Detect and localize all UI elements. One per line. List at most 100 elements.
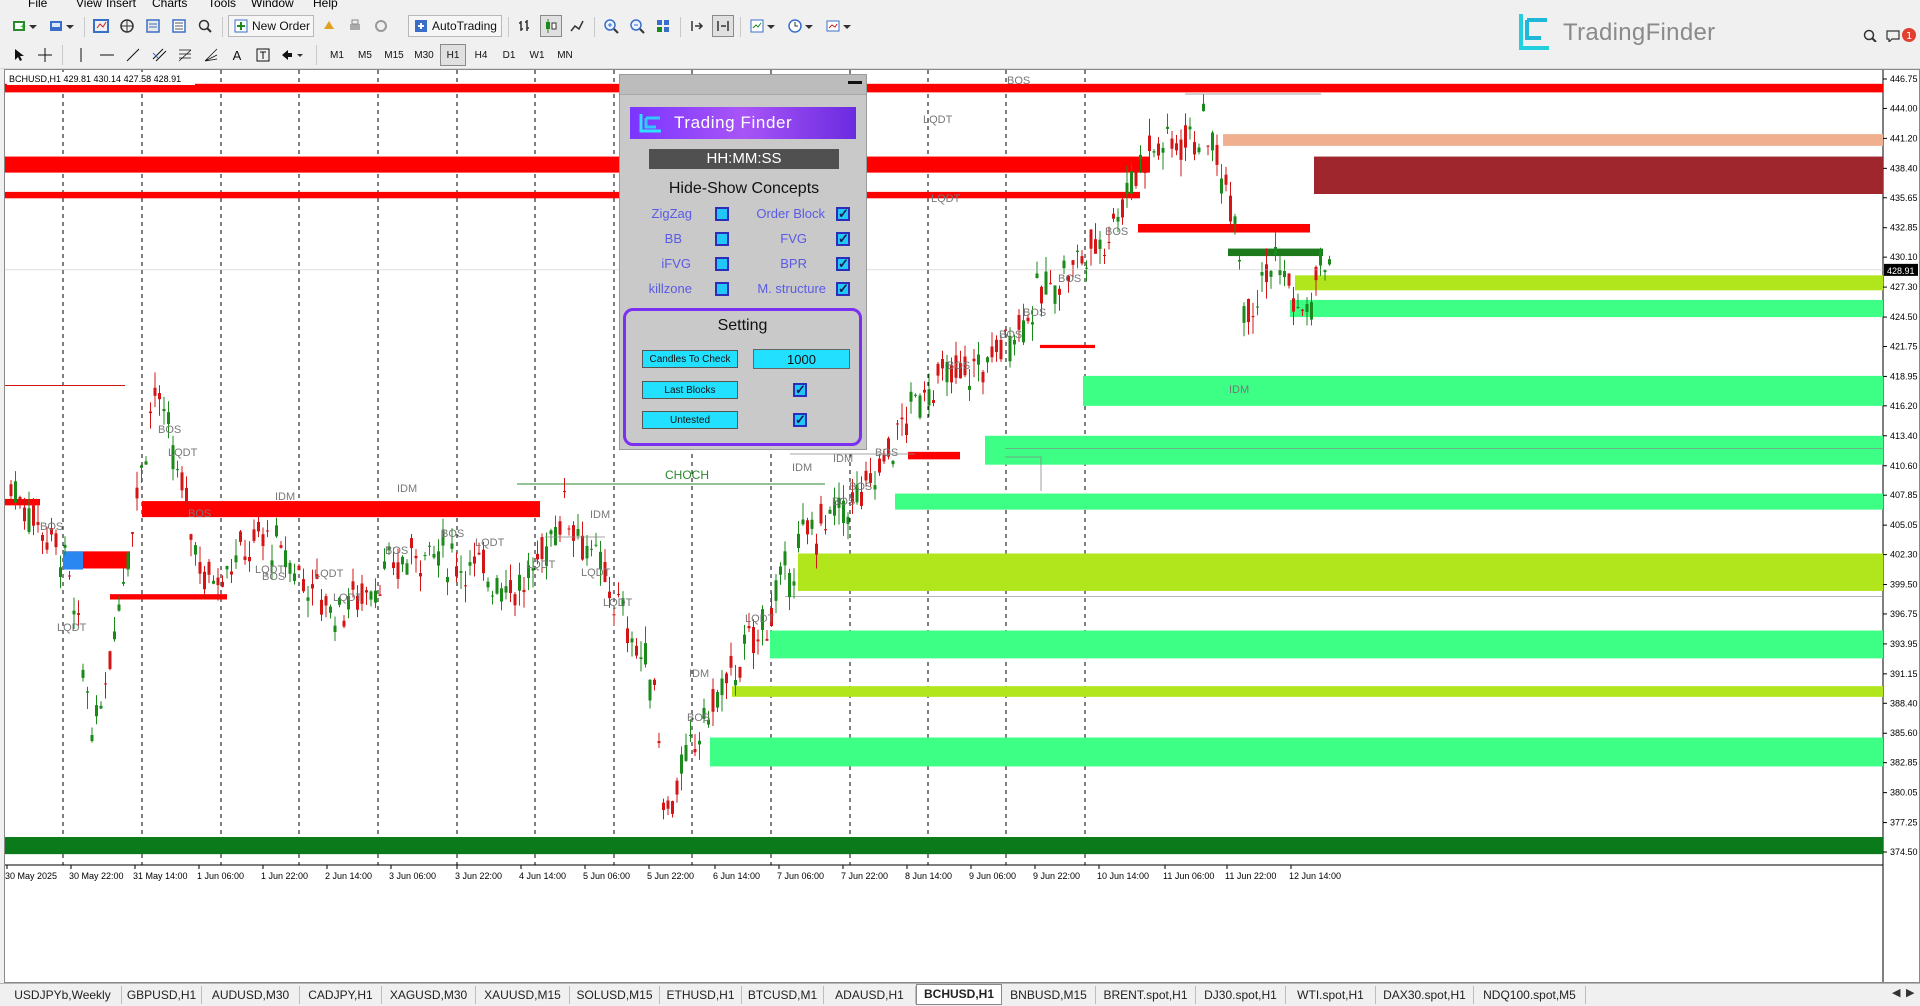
tf-m5[interactable]: M5 (352, 44, 378, 66)
expert-advisor-icon[interactable] (318, 15, 340, 37)
menu-window[interactable]: Window (251, 0, 294, 10)
new-order-button[interactable]: New Order (228, 15, 314, 37)
last-blocks-checkbox[interactable] (793, 382, 807, 398)
candle-body (108, 651, 112, 669)
tab-audusd-m30[interactable]: AUDUSD,M30 (202, 986, 300, 1004)
bpr-checkbox[interactable] (836, 256, 850, 272)
trading-finder-panel[interactable]: Trading Finder HH:MM:SS Hide-Show Concep… (619, 74, 867, 450)
text-label-icon[interactable] (252, 44, 274, 66)
price-chart[interactable]: CHOCHBOSLQDTLQDTBOSBOSBOSBOSBOSBOSIDMIDM… (5, 70, 1919, 982)
crosshair-icon[interactable] (34, 44, 56, 66)
tab-adausd-h1[interactable]: ADAUSD,H1 (824, 986, 916, 1004)
zoom-out-icon[interactable] (626, 15, 648, 37)
new-chart-icon[interactable]: + (8, 15, 42, 37)
menu-view[interactable]: View (76, 0, 102, 10)
tab-scroll-left-icon[interactable]: ◀ (1892, 986, 1900, 999)
candle-body (1049, 283, 1052, 285)
candle-body (342, 620, 346, 627)
tf-h4[interactable]: H4 (468, 44, 494, 66)
tab-xagusd-m30[interactable]: XAGUSD,M30 (382, 986, 476, 1004)
tab-dj30-spot-h1[interactable]: DJ30.spot,H1 (1196, 986, 1286, 1004)
autoscroll-icon[interactable] (712, 15, 734, 37)
candle-body (198, 562, 202, 574)
structure-label-idm-29: IDM (590, 509, 610, 521)
channel-icon[interactable] (148, 44, 170, 66)
bb-checkbox[interactable] (715, 232, 729, 246)
line-chart-icon[interactable] (566, 15, 588, 37)
vertical-line-icon[interactable] (70, 44, 92, 66)
tab-dax30-spot-h1[interactable]: DAX30.spot,H1 (1376, 986, 1474, 1004)
cursor-icon[interactable] (8, 44, 30, 66)
untested-checkbox[interactable] (793, 412, 807, 428)
fvg-zone-2 (798, 553, 1883, 591)
last-blocks-button[interactable]: Last Blocks (642, 381, 738, 399)
menu-charts[interactable]: Charts (152, 0, 187, 10)
indicators-icon[interactable] (746, 15, 780, 37)
chart-window[interactable]: CHOCH BOS LQDT LQDT BOS BOS BOS BOS BOS BOS IDM IDM… (4, 69, 1920, 983)
tf-mn[interactable]: MN (552, 44, 578, 66)
tab-bnbusd-m15[interactable]: BNBUSD,M15 (1002, 986, 1096, 1004)
tab-xauusd-m15[interactable]: XAUUSD,M15 (476, 986, 570, 1004)
panel-titlebar[interactable] (620, 75, 866, 95)
tab-brent-spot-h1[interactable]: BRENT.spot,H1 (1096, 986, 1196, 1004)
tf-m1[interactable]: M1 (324, 44, 350, 66)
structure-label-lqdt-1: LQDT (931, 193, 961, 205)
data-window-icon[interactable] (142, 15, 164, 37)
tf-m15[interactable]: M15 (380, 44, 408, 66)
tf-m30[interactable]: M30 (410, 44, 438, 66)
horizontal-line-icon[interactable] (96, 44, 118, 66)
tile-windows-icon[interactable] (652, 15, 674, 37)
tab-cadjpy-h1[interactable]: CADJPY,H1 (300, 986, 382, 1004)
menu-help[interactable]: Help (313, 0, 338, 10)
candle-body (662, 802, 665, 811)
tab-solusd-m15[interactable]: SOLUSD,M15 (570, 986, 660, 1004)
tab-bchusd-h1[interactable]: BCHUSD,H1 (916, 984, 1002, 1005)
navigator-icon[interactable] (116, 15, 138, 37)
candle-body (185, 487, 188, 502)
tab-ethusd-h1[interactable]: ETHUSD,H1 (660, 986, 742, 1004)
strategy-tester-icon[interactable] (194, 15, 216, 37)
tab-btcusd-m1[interactable]: BTCUSD,M1 (742, 986, 824, 1004)
tab-gbpusd-h1[interactable]: GBPUSD,H1 (122, 986, 202, 1004)
tab-ndq100-spot-m5[interactable]: NDQ100.spot,M5 (1474, 986, 1586, 1004)
chart-shift-icon[interactable] (686, 15, 708, 37)
candle-body (783, 551, 787, 566)
tf-h1[interactable]: H1 (440, 44, 466, 66)
zoom-in-icon[interactable] (600, 15, 622, 37)
arrows-icon[interactable] (278, 44, 308, 66)
candlestick-chart-icon[interactable] (540, 15, 562, 37)
terminal-icon[interactable] (168, 15, 190, 37)
zigzag-checkbox[interactable] (715, 207, 729, 221)
menu-insert[interactable]: Insert (106, 0, 136, 10)
menu-tools[interactable]: Tools (208, 0, 236, 10)
signals-icon[interactable] (370, 15, 392, 37)
fibonacci-icon[interactable] (174, 44, 196, 66)
tab-usdjpyb-weekly[interactable]: USDJPYb,Weekly (4, 986, 122, 1004)
autotrading-button[interactable]: AutoTrading (408, 15, 502, 37)
profiles-icon[interactable] (46, 15, 78, 37)
untested-button[interactable]: Untested (642, 411, 738, 429)
killzone-checkbox[interactable] (715, 282, 729, 296)
structure-label-bos-16: BOS (188, 508, 211, 520)
fibo-fan-icon[interactable] (200, 44, 222, 66)
market-structure-checkbox[interactable] (836, 281, 850, 297)
candle-body (644, 643, 647, 665)
candles-to-check-button[interactable]: Candles To Check (642, 350, 738, 368)
fvg-checkbox[interactable] (836, 231, 850, 247)
tab-scroll-right-icon[interactable]: ▶ (1906, 986, 1914, 999)
bar-chart-icon[interactable] (514, 15, 536, 37)
ifvg-checkbox[interactable] (715, 257, 729, 271)
tf-w1[interactable]: W1 (524, 44, 550, 66)
minimize-icon[interactable] (848, 81, 862, 84)
templates-icon[interactable] (822, 15, 856, 37)
candles-to-check-input[interactable]: 1000 (753, 349, 850, 369)
order-block-checkbox[interactable] (836, 206, 850, 222)
text-tool-icon[interactable]: A (226, 44, 248, 66)
periods-icon[interactable] (784, 15, 818, 37)
menu-file[interactable]: File (28, 0, 47, 10)
market-watch-icon[interactable] (90, 15, 112, 37)
trendline-icon[interactable] (122, 44, 144, 66)
tab-wti-spot-h1[interactable]: WTI.spot,H1 (1286, 986, 1376, 1004)
tf-d1[interactable]: D1 (496, 44, 522, 66)
print-icon[interactable] (344, 15, 366, 37)
